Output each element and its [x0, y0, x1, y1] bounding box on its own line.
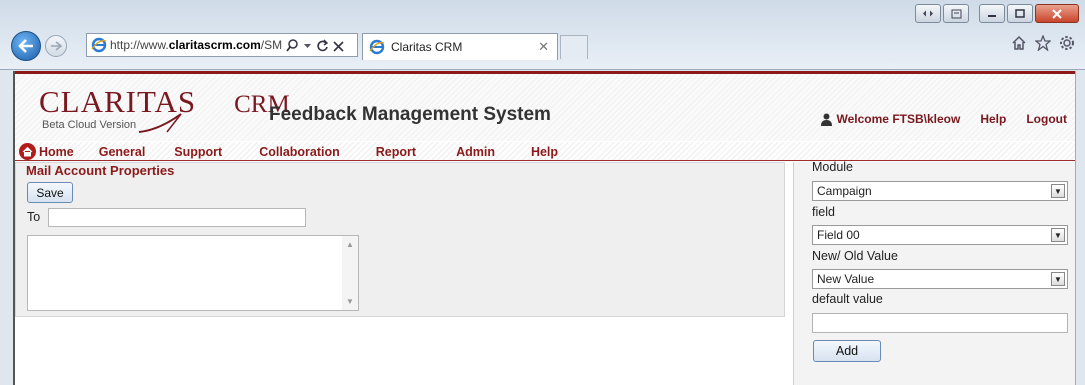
- menu-general[interactable]: General: [99, 145, 146, 159]
- add-button[interactable]: Add: [813, 340, 881, 362]
- url-text: http://www.claritascrm.com/SM: [110, 38, 283, 52]
- forward-arrow-icon: [51, 41, 62, 51]
- user-bar: Welcome FTSB\kleow Help Logout: [820, 112, 1067, 126]
- close-window-icon[interactable]: [1035, 4, 1079, 23]
- back-arrow-icon: [18, 39, 33, 53]
- compat-view-icon[interactable]: [915, 4, 941, 23]
- search-icon[interactable]: [286, 38, 299, 52]
- menu-support[interactable]: Support: [174, 145, 222, 159]
- ie-tab-icon: [369, 39, 385, 55]
- menu-collaboration[interactable]: Collaboration: [259, 145, 340, 159]
- panel-title: Mail Account Properties: [26, 163, 175, 178]
- to-input[interactable]: [48, 208, 306, 227]
- scroll-up-icon[interactable]: ▲: [346, 240, 354, 249]
- textarea-scrollbar[interactable]: ▲ ▼: [342, 236, 358, 310]
- mail-account-panel: Mail Account Properties Save To ▲ ▼: [15, 162, 785, 317]
- close-tab-icon[interactable]: ✕: [538, 39, 549, 55]
- stop-icon[interactable]: [333, 39, 344, 52]
- maximize-icon[interactable]: [1007, 4, 1033, 23]
- scroll-down-icon[interactable]: ▼: [346, 297, 354, 306]
- header-help-link[interactable]: Help: [980, 112, 1006, 126]
- main-menu: Home General Support Collaboration Repor…: [15, 142, 1075, 161]
- chevron-down-icon: ▼: [1051, 272, 1065, 286]
- settings-gear-icon[interactable]: [1059, 35, 1075, 51]
- to-label: To: [27, 210, 41, 224]
- address-bar[interactable]: http://www.claritascrm.com/SM: [86, 33, 358, 57]
- menu-report[interactable]: Report: [376, 145, 416, 159]
- module-label: Module: [812, 160, 853, 174]
- user-icon: [820, 113, 832, 126]
- ie-page-icon: [91, 37, 107, 53]
- page-icon[interactable]: [943, 4, 969, 23]
- menu-home[interactable]: Home: [19, 143, 74, 160]
- chevron-down-icon: ▼: [1051, 184, 1065, 198]
- minimize-icon[interactable]: [979, 4, 1005, 23]
- logo-swoosh-icon: [138, 113, 182, 133]
- refresh-icon[interactable]: [316, 39, 329, 52]
- new-old-value-select[interactable]: New Value ▼: [812, 269, 1068, 289]
- back-button[interactable]: [11, 31, 41, 61]
- brand-header: CLARITAS CRM Beta Cloud Version Feedback …: [15, 71, 1075, 141]
- window-controls: [915, 4, 1079, 23]
- field-select[interactable]: Field 00 ▼: [812, 225, 1068, 245]
- logo-subtitle: Beta Cloud Version: [42, 119, 137, 131]
- save-button[interactable]: Save: [27, 182, 73, 203]
- dropdown-arrow-icon[interactable]: [303, 39, 312, 52]
- welcome-user: Welcome FTSB\kleow: [820, 112, 960, 126]
- chevron-down-icon: ▼: [1051, 228, 1065, 242]
- home-icon[interactable]: [1011, 35, 1027, 51]
- claritas-logo: CLARITAS CRM Beta Cloud Version: [39, 86, 290, 133]
- default-value-input[interactable]: [812, 313, 1068, 333]
- home-menu-icon: [19, 143, 36, 160]
- menu-help[interactable]: Help: [531, 145, 558, 159]
- favorites-star-icon[interactable]: [1035, 35, 1051, 51]
- message-body-textarea[interactable]: ▲ ▼: [27, 235, 359, 311]
- field-panel: Module Campaign ▼ field Field 00 ▼ New/ …: [793, 160, 1075, 385]
- logout-link[interactable]: Logout: [1026, 112, 1067, 126]
- new-old-value-label: New/ Old Value: [812, 249, 898, 263]
- browser-tab[interactable]: Claritas CRM ✕: [362, 33, 558, 60]
- new-tab-button[interactable]: [560, 35, 588, 59]
- browser-chrome: http://www.claritascrm.com/SM Claritas C…: [0, 0, 1085, 70]
- field-label: field: [812, 205, 835, 219]
- menu-admin[interactable]: Admin: [456, 145, 495, 159]
- default-value-label: default value: [812, 292, 883, 306]
- forward-button[interactable]: [45, 35, 67, 57]
- module-select[interactable]: Campaign ▼: [812, 181, 1068, 201]
- system-title: Feedback Management System: [269, 104, 551, 125]
- tab-title: Claritas CRM: [391, 40, 463, 54]
- web-page: CLARITAS CRM Beta Cloud Version Feedback …: [13, 71, 1076, 385]
